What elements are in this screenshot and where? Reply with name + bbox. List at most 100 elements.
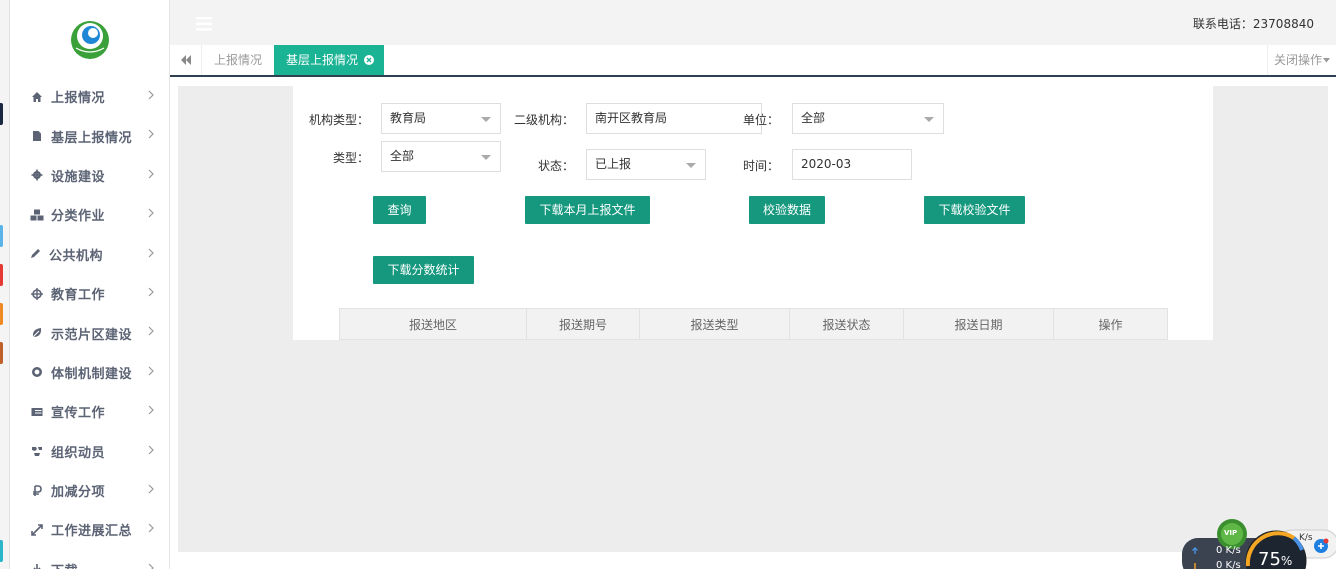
crosshair-icon [30,287,44,301]
expand-icon [30,523,44,537]
secondary-org-value: 南开区教育局 [595,111,668,125]
network-speed-widget[interactable]: VIP 0 K/s 0 K/s K/s 75% [1182,516,1336,569]
tab-scroll-left-button[interactable] [170,45,202,75]
sidebar-item-label: 基层上报情况 [51,130,133,146]
column-header-period[interactable]: 报送期号 [526,308,640,340]
logo-icon [71,21,109,59]
column-header-date[interactable]: 报送日期 [903,308,1054,340]
sidebar-item-education[interactable]: 教育工作 [10,274,169,313]
chevron-right-icon [148,445,154,454]
file-icon [30,129,44,143]
org-type-label: 机构类型： [309,113,370,127]
chevron-right-icon [148,405,154,415]
chevron-right-icon [148,169,154,179]
status-select[interactable]: 已上报 [586,149,706,180]
verify-data-button[interactable]: 校验数据 [749,196,825,224]
chevron-right-icon [148,90,154,100]
sidebar-item-score-adjust[interactable]: 加减分项 [10,471,169,510]
chevron-right-icon [148,366,154,376]
list-icon [30,405,44,419]
type-label: 类型： [333,151,370,165]
sidebar-item-demo-area[interactable]: 示范片区建设 [10,313,169,352]
close-icon[interactable] [364,55,375,65]
table-header-row: 报送地区 报送期号 报送类型 报送状态 报送日期 操作 [339,308,1168,340]
time-input[interactable]: 2020-03 [792,149,912,180]
org-type-select[interactable]: 教育局 [381,103,501,134]
status-label: 状态： [538,159,575,173]
lifebuoy-icon [30,365,44,379]
unit-value: 全部 [801,111,826,125]
sidebar-item-mobilization[interactable]: 组织动员 [10,432,169,471]
sidebar-item-mechanism[interactable]: 体制机制建设 [10,353,169,392]
download-score-stats-button[interactable]: 下载分数统计 [373,256,474,284]
sidebar-item-label: 公共机构 [49,248,104,264]
chevron-right-icon [148,129,154,139]
pencil-icon [28,247,42,261]
memory-percent-sign: % [1280,554,1293,568]
chevron-right-icon [148,248,154,257]
sidebar-item-label: 示范片区建设 [51,327,133,343]
secondary-org-label: 二级机构： [514,113,575,127]
tab-report-status[interactable]: 上报情况 [202,45,274,75]
time-label: 时间： [743,159,780,173]
sidebar-item-label: 教育工作 [51,288,106,304]
close-operations-dropdown[interactable]: 关闭操作 [1266,45,1336,75]
taskbar-dot [0,540,3,562]
sidebar-item-publicity[interactable]: 宣传工作 [10,392,169,431]
sidebar-item-progress-summary[interactable]: 工作进展汇总 [10,510,169,549]
sidebar-item-download[interactable]: 下载 [10,550,169,569]
sidebar-item-public-institutions[interactable]: 公共机构 [10,235,169,274]
status-value: 已上报 [595,157,632,171]
tab-bar: 上报情况 基层上报情况 关闭操作 [170,45,1336,77]
sidebar-item-label: 组织动员 [51,445,106,461]
secondary-org-input[interactable]: 南开区教育局 [586,103,762,134]
hamburger-menu-icon[interactable] [196,17,212,31]
taskbar-dot [0,225,3,247]
chevron-right-icon [148,287,154,297]
taskbar-dot [0,103,3,125]
taskbar-dot [0,264,3,286]
download-verify-file-button[interactable]: 下载校验文件 [924,196,1025,224]
unit-select[interactable]: 全部 [792,103,944,134]
sidebar-item-label: 体制机制建设 [51,366,133,382]
memory-percent: 75% [1258,549,1292,569]
recycle-icon [30,444,44,458]
gear-icon [30,168,44,182]
report-table: 报送地区 报送期号 报送类型 报送状态 报送日期 操作 [339,308,1168,340]
caret-down-icon [481,117,491,122]
chevron-right-icon [148,326,154,336]
column-header-region[interactable]: 报送地区 [339,308,527,340]
chevron-right-icon [148,208,154,218]
download-monthly-report-button[interactable]: 下载本月上报文件 [525,196,650,224]
caret-down-icon [924,117,934,122]
column-header-status[interactable]: 报送状态 [789,308,904,340]
sidebar-item-label: 宣传工作 [51,406,106,422]
vip-badge: VIP [1224,529,1238,537]
memory-percent-value: 75 [1258,549,1281,569]
time-value: 2020-03 [801,157,852,171]
org-type-value: 教育局 [390,111,427,125]
sidebar-item-facilities[interactable]: 设施建设 [10,156,169,195]
close-operations-label: 关闭操作 [1273,53,1322,67]
sidebar-item-report-status[interactable]: 上报情况 [10,77,169,116]
caret-down-icon [1323,58,1330,63]
tab-grassroots-report[interactable]: 基层上报情况 [274,45,385,75]
column-header-type[interactable]: 报送类型 [639,308,790,340]
type-select[interactable]: 全部 [381,141,501,172]
sidebar-item-label: 上报情况 [51,91,106,107]
caret-down-icon [686,163,696,168]
sidebar-item-classification[interactable]: 分类作业 [10,195,169,234]
download-icon [30,562,44,569]
column-header-action[interactable]: 操作 [1053,308,1168,340]
query-button[interactable]: 查询 [373,196,426,224]
download-speed: 0 K/s [1216,560,1241,569]
double-chevron-left-icon [180,55,191,65]
unit-label: 单位： [743,113,780,127]
upload-speed: 0 K/s [1216,545,1241,556]
chevron-right-icon [148,523,154,533]
sidebar-item-label: 工作进展汇总 [51,524,133,540]
leaf-icon [30,326,44,340]
sidebar-item-grassroots-report[interactable]: 基层上报情况 [10,116,169,155]
sidebar-item-label: 分类作业 [51,209,106,225]
taskbar-dot [0,303,3,325]
